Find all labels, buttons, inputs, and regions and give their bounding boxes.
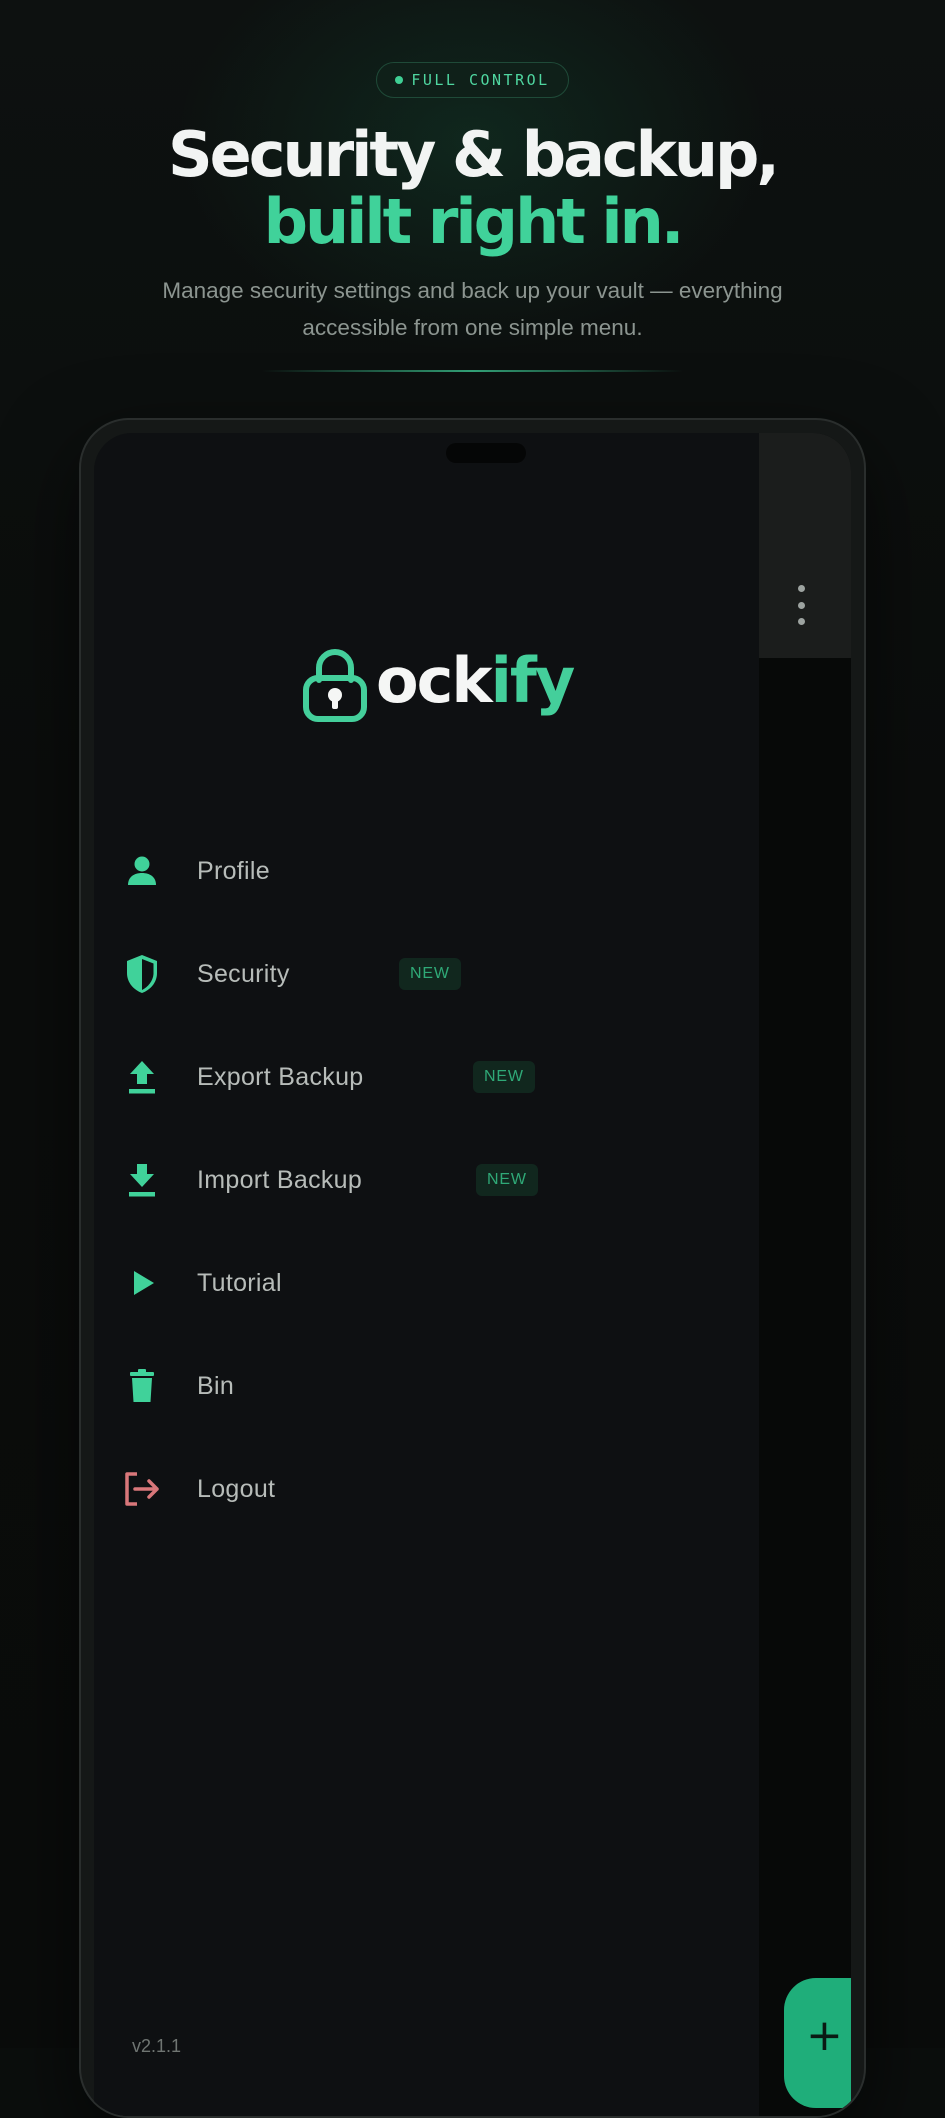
menu-item-export-backup[interactable]: Export Backup NEW [94, 1037, 759, 1117]
menu-item-security[interactable]: Security NEW [94, 934, 759, 1014]
app-version: v2.1.1 [132, 2036, 182, 2056]
headline-line-1: Security & backup, [168, 118, 780, 191]
pill-dot-icon [395, 76, 404, 84]
menu-item-import-backup[interactable]: Import Backup NEW [94, 1140, 759, 1220]
logo-wordmark: ockify [376, 644, 575, 717]
menu-item-label: Logout [197, 1474, 276, 1503]
plus-icon: + [806, 2010, 843, 2061]
menu-item-label: Export Backup [197, 1062, 364, 1091]
menu-item-bin[interactable]: Bin [94, 1346, 759, 1426]
padlock-icon [303, 649, 367, 722]
menu-item-label: Tutorial [197, 1268, 282, 1297]
play-icon [122, 1263, 162, 1303]
phone-frame: + ockify Profile Security NEW Export Bac… [79, 418, 866, 2118]
menu-item-label: Profile [197, 856, 270, 885]
menu-item-tutorial[interactable]: Tutorial [94, 1243, 759, 1323]
person-icon [122, 851, 162, 891]
upload-icon [122, 1057, 162, 1097]
headline-line-2: built right in. [263, 185, 685, 258]
new-badge: NEW [399, 958, 461, 990]
trash-icon [122, 1366, 162, 1406]
menu-item-logout[interactable]: Logout [94, 1449, 759, 1529]
logout-icon [122, 1469, 162, 1509]
add-fab-button[interactable]: + [784, 1978, 851, 2108]
more-options-icon[interactable] [789, 585, 813, 625]
shield-icon [122, 954, 162, 994]
new-badge: NEW [473, 1061, 535, 1093]
feature-pill: FULL CONTROL [376, 62, 569, 98]
menu-item-label: Security [197, 959, 290, 988]
app-logo: ockify [302, 632, 575, 722]
navigation-drawer: ockify Profile Security NEW Export Backu… [94, 433, 759, 2116]
subtitle: Manage security settings and back up you… [162, 278, 783, 340]
pill-label: FULL CONTROL [411, 71, 550, 89]
menu-item-profile[interactable]: Profile [94, 831, 759, 911]
phone-screen: + ockify Profile Security NEW Export Bac… [94, 433, 851, 2116]
new-badge: NEW [476, 1164, 538, 1196]
menu-item-label: Bin [197, 1371, 235, 1400]
menu-item-label: Import Backup [197, 1165, 363, 1194]
header-divider [262, 370, 683, 372]
camera-notch [446, 443, 526, 463]
download-icon [122, 1160, 162, 1200]
